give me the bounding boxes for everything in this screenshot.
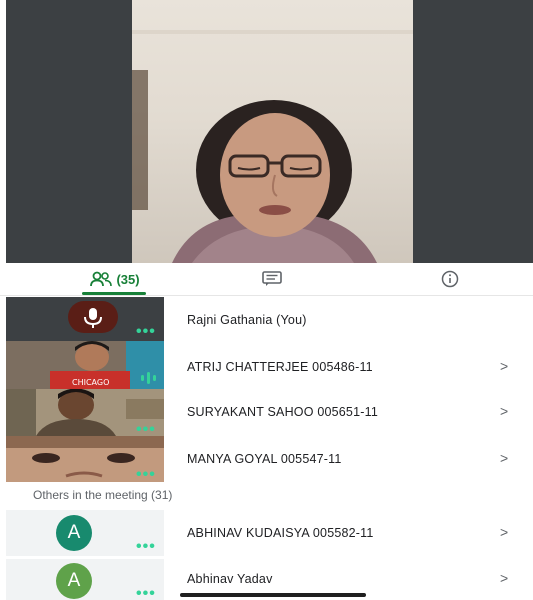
mic-muted-badge — [68, 301, 118, 333]
participant-row[interactable]: CHICAGO ATRIJ CHATTERJEE 005486-11 > — [0, 341, 533, 389]
svg-text:CHICAGO: CHICAGO — [72, 378, 109, 387]
participant-tile: CHICAGO — [6, 341, 164, 389]
presenter-video[interactable] — [132, 0, 413, 263]
meeting-tab-bar: (35) — [0, 263, 533, 296]
video-letterbox-right — [413, 0, 533, 263]
speaking-indicator-icon — [141, 372, 156, 384]
participant-tile: A ••• — [6, 510, 164, 556]
video-letterbox-left — [6, 0, 132, 263]
participant-tile: A ••• — [6, 559, 164, 600]
avatar: A — [56, 563, 92, 599]
more-dots-icon: ••• — [136, 585, 156, 600]
chevron-right-icon: > — [500, 524, 509, 540]
more-dots-icon: ••• — [136, 466, 156, 483]
more-dots-icon: ••• — [136, 323, 156, 340]
chevron-right-icon: > — [500, 570, 509, 586]
participant-tile: ••• — [6, 436, 164, 482]
chevron-right-icon: > — [500, 450, 509, 466]
participant-row[interactable]: A ••• ABHINAV KUDAISYA 005582-11 > — [0, 510, 533, 556]
participant-row[interactable]: ••• MANYA GOYAL 005547-11 > — [0, 436, 533, 482]
participant-name: MANYA GOYAL 005547-11 — [187, 452, 342, 466]
participant-name: Rajni Gathania (You) — [187, 313, 307, 327]
people-count: (35) — [116, 271, 140, 287]
tab-info[interactable] — [400, 263, 500, 295]
chevron-right-icon: > — [500, 403, 509, 419]
tab-chat[interactable] — [222, 263, 322, 295]
participant-row[interactable]: ••• SURYAKANT SAHOO 005651-11 > — [0, 389, 533, 436]
tab-people[interactable]: (35) — [60, 263, 170, 295]
participant-name: ABHINAV KUDAISYA 005582-11 — [187, 526, 374, 540]
info-icon — [441, 270, 459, 288]
active-tab-indicator — [82, 292, 146, 295]
chevron-right-icon: > — [500, 358, 509, 374]
presenter-video-illustration — [132, 30, 413, 263]
more-dots-icon: ••• — [136, 538, 156, 555]
participant-name: ATRIJ CHATTERJEE 005486-11 — [187, 360, 373, 374]
home-indicator[interactable] — [180, 593, 366, 597]
participant-name: Abhinav Yadav — [187, 572, 273, 586]
main-video-area[interactable] — [0, 0, 533, 263]
chat-icon — [262, 271, 282, 286]
mic-off-icon — [84, 308, 102, 328]
people-icon — [90, 271, 113, 287]
participant-tile-self: ••• — [6, 297, 164, 341]
avatar: A — [56, 515, 92, 551]
more-dots-icon: ••• — [136, 421, 156, 437]
participant-tile: ••• — [6, 389, 164, 436]
participant-row-self[interactable]: ••• Rajni Gathania (You) — [0, 297, 533, 341]
others-section-label: Others in the meeting (31) — [33, 488, 173, 502]
participant-name: SURYAKANT SAHOO 005651-11 — [187, 405, 378, 419]
